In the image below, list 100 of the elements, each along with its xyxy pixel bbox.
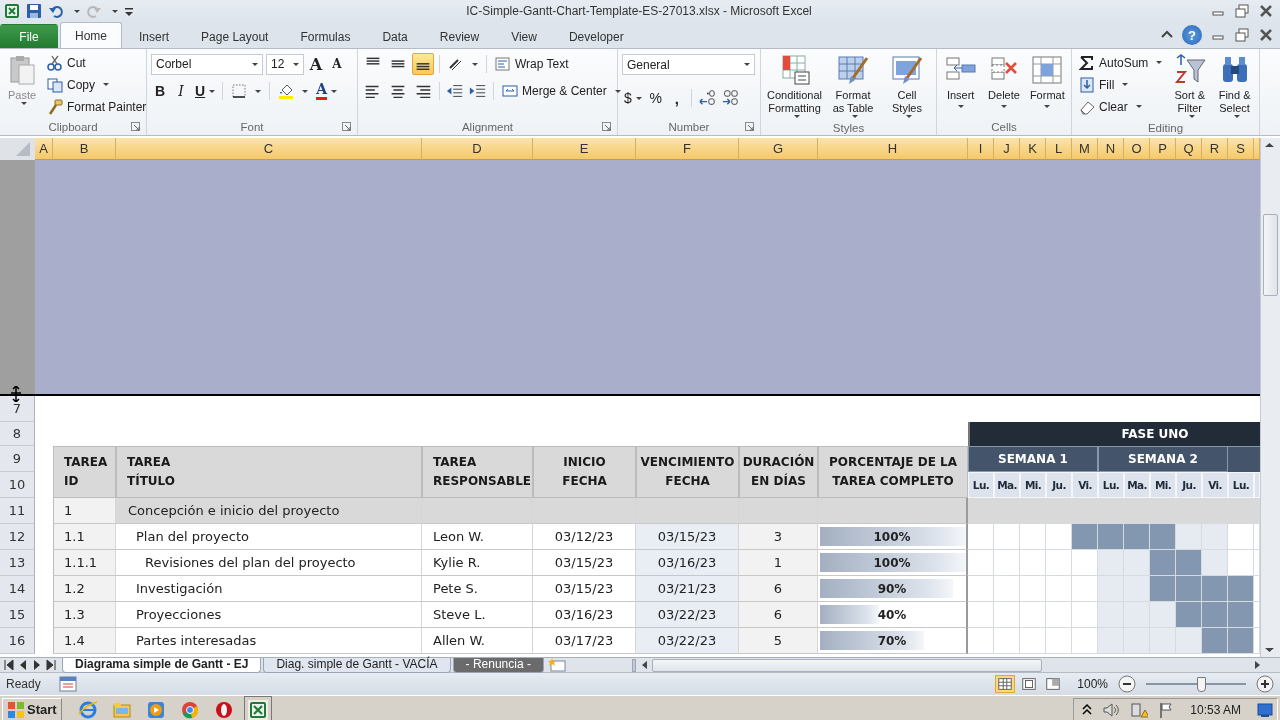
save-icon[interactable]: [26, 3, 42, 19]
editing-button[interactable]: Sort & Filter: [1169, 52, 1211, 120]
network-warning-icon[interactable]: [1130, 701, 1149, 718]
italic-button[interactable]: I: [172, 80, 190, 102]
copy-button[interactable]: Copy: [44, 74, 150, 95]
close-icon[interactable]: [1258, 27, 1274, 43]
column-header[interactable]: N: [1098, 138, 1124, 160]
normal-view-icon[interactable]: [995, 675, 1016, 693]
column-header[interactable]: A: [35, 138, 53, 160]
number-format-field[interactable]: General: [622, 54, 755, 75]
ribbon-tab[interactable]: Data: [367, 24, 423, 48]
styles-button[interactable]: Conditional Formatting: [765, 52, 825, 120]
last-sheet-icon[interactable]: [44, 658, 58, 672]
undo-icon[interactable]: [48, 3, 64, 19]
dialog-launcher-icon[interactable]: [745, 122, 754, 131]
ribbon-tab[interactable]: Home: [60, 22, 122, 48]
column-header[interactable]: H: [818, 138, 968, 160]
editing-button[interactable]: Find & Select: [1214, 52, 1255, 120]
column-header[interactable]: P: [1150, 138, 1176, 160]
cut-button[interactable]: Cut: [44, 52, 150, 73]
speaker-icon[interactable]: [1102, 701, 1121, 718]
column-header[interactable]: J: [994, 138, 1020, 160]
underline-button[interactable]: U: [193, 80, 218, 102]
styles-button[interactable]: Format as Table: [828, 52, 878, 120]
wrap-text-button[interactable]: Wrap Text: [492, 53, 572, 75]
cells-button[interactable]: Format: [1027, 52, 1067, 110]
merge-center-button[interactable]: Merge & Center: [499, 80, 624, 102]
row-header[interactable]: 8: [0, 422, 35, 446]
cells-button[interactable]: Insert: [941, 52, 981, 110]
column-header[interactable]: B: [53, 138, 116, 160]
row-header[interactable]: 12: [0, 524, 35, 550]
dialog-launcher-icon[interactable]: [342, 122, 351, 131]
column-header[interactable]: L: [1046, 138, 1072, 160]
column-header[interactable]: Q: [1176, 138, 1202, 160]
zoom-level[interactable]: 100%: [1077, 677, 1108, 691]
scrollbar-thumb[interactable]: [1263, 214, 1278, 296]
currency-button[interactable]: $: [622, 87, 644, 109]
column-header[interactable]: S: [1228, 138, 1254, 160]
row-header[interactable]: 11: [0, 498, 35, 524]
font-color-button[interactable]: A: [314, 80, 339, 102]
browser-icon[interactable]: [77, 699, 98, 720]
cells-button[interactable]: Delete: [984, 52, 1024, 110]
ribbon-tab[interactable]: Page Layout: [186, 24, 284, 48]
zoom-out-icon[interactable]: [1118, 675, 1136, 693]
ribbon-tab[interactable]: Developer: [553, 24, 639, 48]
chrome-browser-icon[interactable]: [179, 699, 200, 720]
row-header[interactable]: 14: [0, 576, 35, 602]
spreadsheet-icon[interactable]: [4, 3, 20, 19]
styles-button[interactable]: Cell Styles: [882, 52, 932, 120]
clear-button[interactable]: Clear: [1076, 96, 1166, 117]
ribbon-tab[interactable]: Review: [424, 24, 495, 48]
column-header[interactable]: E: [533, 138, 636, 160]
restore-icon[interactable]: [1234, 27, 1250, 43]
ribbon-tab[interactable]: Insert: [124, 24, 185, 48]
ribbon-tab[interactable]: Formulas: [285, 24, 366, 48]
show-desktop-icon[interactable]: [1257, 702, 1273, 717]
dialog-launcher-icon[interactable]: [602, 122, 611, 131]
flag-icon[interactable]: [1158, 701, 1175, 718]
row-header[interactable]: 15: [0, 602, 35, 628]
column-header[interactable]: M: [1072, 138, 1098, 160]
column-header[interactable]: O: [1124, 138, 1150, 160]
start-button[interactable]: Start: [2, 697, 62, 720]
fill-button[interactable]: Fill: [1076, 74, 1166, 95]
format-painter-button[interactable]: Format Painter: [44, 96, 150, 117]
column-header[interactable]: K: [1020, 138, 1046, 160]
grow-font-button[interactable]: A: [307, 53, 325, 75]
row-header[interactable]: 13: [0, 550, 35, 576]
row-header[interactable]: 7: [0, 396, 35, 422]
ribbon-tab[interactable]: File: [0, 24, 58, 48]
scrollbar-thumb[interactable]: [652, 658, 1042, 672]
align-bottom-icon[interactable]: [412, 53, 434, 75]
ribbon-tab[interactable]: View: [496, 24, 552, 48]
column-header[interactable]: C: [116, 138, 422, 160]
sheet-tab[interactable]: Diag. simple de Gantt - VACÍA: [263, 657, 451, 673]
macro-record-icon[interactable]: [58, 676, 77, 692]
row-header[interactable]: 16: [0, 628, 35, 654]
comma-button[interactable]: ,: [667, 87, 686, 109]
slider-thumb[interactable]: [1197, 676, 1206, 692]
row-header[interactable]: 10: [0, 472, 35, 498]
percent-button[interactable]: %: [646, 87, 665, 109]
autosum-button[interactable]: AutoSum: [1076, 52, 1166, 73]
first-sheet-icon[interactable]: [2, 658, 16, 672]
opera-browser-icon[interactable]: [213, 699, 234, 720]
column-header[interactable]: G: [739, 138, 818, 160]
show-hidden-icons-icon[interactable]: [1082, 702, 1093, 717]
column-header[interactable]: D: [422, 138, 533, 160]
close-icon[interactable]: [1258, 3, 1274, 19]
restore-icon[interactable]: [1234, 3, 1250, 19]
shrink-font-button[interactable]: A: [328, 53, 346, 75]
dialog-launcher-icon[interactable]: [131, 122, 140, 131]
column-header[interactable]: F: [636, 138, 739, 160]
clock[interactable]: 10:53 AM: [1190, 702, 1241, 717]
media-player-icon[interactable]: [145, 699, 166, 720]
column-header[interactable]: I: [968, 138, 994, 160]
bold-button[interactable]: B: [151, 80, 169, 102]
sheet-tab[interactable]: Diagrama simple de Gantt - EJ: [62, 657, 262, 673]
zoom-in-icon[interactable]: [1256, 675, 1274, 693]
column-header[interactable]: R: [1202, 138, 1228, 160]
font-size-field[interactable]: 12: [266, 53, 304, 75]
sheet-tab[interactable]: - Renuncia -: [452, 657, 544, 673]
